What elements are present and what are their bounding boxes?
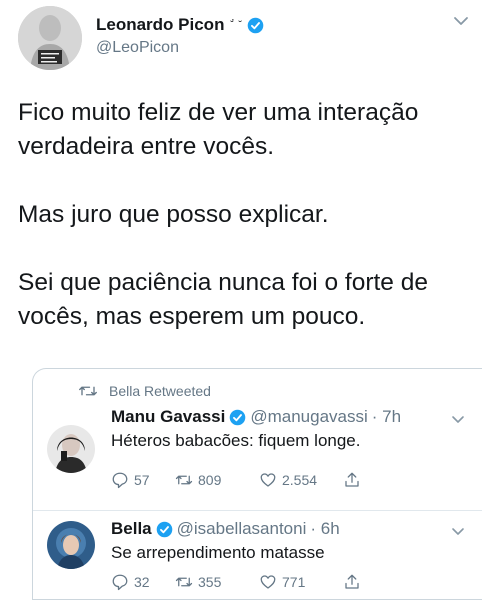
heart-icon — [260, 575, 276, 589]
tweet-body: Héteros babacões: fiquem longe. — [111, 431, 361, 450]
avatar[interactable] — [47, 521, 95, 569]
verified-badge-icon — [156, 521, 172, 537]
tweet-author-name[interactable]: Bella — [111, 519, 152, 539]
tweet-header: Leonardo Picon ˘́ ˘ @LeoPicon — [18, 6, 264, 70]
tweet-time[interactable]: · 7h — [372, 407, 401, 427]
heart-icon — [260, 473, 276, 487]
retweet-context: Bella Retweeted — [79, 383, 211, 399]
retweet-count: 809 — [198, 472, 222, 488]
author-handle[interactable]: @LeoPicon — [96, 39, 264, 57]
author-name[interactable]: Leonardo Picon — [96, 15, 224, 35]
reply-icon — [112, 472, 128, 489]
chevron-down-icon[interactable] — [451, 527, 465, 537]
share-button[interactable] — [343, 471, 366, 489]
retweet-icon — [175, 475, 193, 485]
reply-count: 57 — [134, 472, 150, 488]
tweet-text: Fico muito feliz de ver uma interação ve… — [18, 96, 478, 334]
reply-icon — [112, 574, 128, 591]
reply-button[interactable]: 32 — [111, 573, 175, 591]
tweet-author-handle[interactable]: @isabellasantoni — [177, 519, 307, 539]
retweet-button[interactable]: 809 — [175, 471, 259, 489]
tweet-paragraph: Mas juro que posso explicar. — [18, 201, 329, 228]
author-avatar[interactable] — [18, 6, 82, 70]
author-name-decoration: ˘́ ˘ — [230, 19, 243, 31]
tweet-time[interactable]: · 6h — [310, 519, 339, 539]
tweet-author-handle[interactable]: @manugavassi — [250, 407, 367, 427]
share-button[interactable] — [343, 573, 366, 591]
retweet-button[interactable]: 355 — [175, 573, 259, 591]
chevron-down-icon[interactable] — [452, 12, 470, 30]
tweet-author-name[interactable]: Manu Gavassi — [111, 407, 225, 427]
verified-badge-icon — [230, 409, 246, 425]
embedded-tweet[interactable]: Bella @isabellasantoni · 6h Se arrependi… — [33, 511, 482, 599]
reply-button[interactable]: 57 — [111, 471, 175, 489]
chevron-down-icon[interactable] — [451, 415, 465, 425]
like-count: 771 — [282, 574, 306, 590]
retweet-label[interactable]: Bella Retweeted — [109, 383, 211, 399]
retweet-count: 355 — [198, 574, 222, 590]
retweet-icon — [175, 577, 193, 587]
tweet-body: Se arrependimento matasse — [111, 543, 325, 562]
avatar[interactable] — [47, 425, 95, 473]
like-count: 2.554 — [282, 472, 318, 488]
like-button[interactable]: 2.554 — [259, 471, 343, 489]
embedded-timeline[interactable]: Bella Retweeted Manu Gavassi @manugavass… — [32, 368, 482, 600]
share-icon — [345, 472, 359, 487]
embedded-tweet[interactable]: Manu Gavassi @manugavassi · 7h Héteros b… — [33, 403, 482, 511]
tweet-actions: 57 809 2.554 — [111, 471, 366, 489]
tweet-paragraph: Sei que paciência nunca foi o forte de v… — [18, 269, 428, 330]
retweet-icon — [79, 386, 97, 396]
tweet-actions: 32 355 771 — [111, 573, 366, 591]
tweet-paragraph: Fico muito feliz de ver uma interação ve… — [18, 99, 419, 160]
verified-badge-icon — [247, 17, 264, 33]
share-icon — [345, 574, 359, 589]
like-button[interactable]: 771 — [259, 573, 343, 591]
reply-count: 32 — [134, 574, 150, 590]
